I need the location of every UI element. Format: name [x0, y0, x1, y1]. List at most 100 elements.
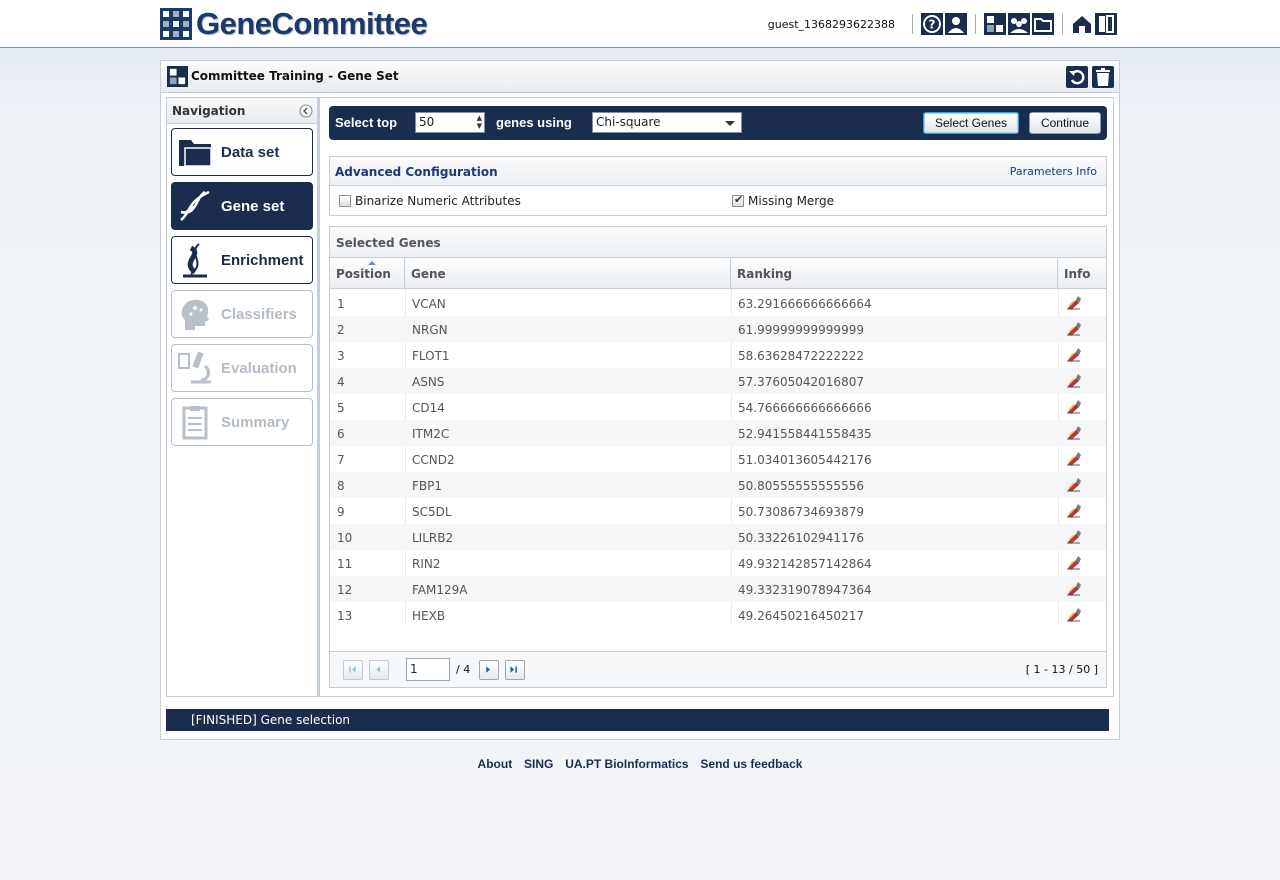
gene-position: 12 [337, 583, 353, 597]
nav-item-label: Gene set [221, 197, 285, 215]
gene-info-icon[interactable] [1066, 606, 1082, 622]
gene-name: CCND2 [412, 453, 455, 467]
gene-info-icon[interactable] [1066, 528, 1082, 544]
exit-door-icon[interactable] [1095, 13, 1117, 35]
gene-info-icon[interactable] [1066, 346, 1082, 362]
collapse-left-icon[interactable] [299, 104, 313, 118]
gene-info-icon[interactable] [1066, 294, 1082, 310]
gene-name: LILRB2 [412, 531, 454, 545]
spinner-arrows-icon[interactable]: ▲ ▼ [477, 114, 482, 130]
gene-position: 13 [337, 609, 353, 623]
table-body: 1 VCAN 63.291666666666664 2 NRGN 61.999999999… [330, 290, 1106, 628]
gene-ranking: 52.941558441558435 [738, 427, 872, 441]
user-icon[interactable] [945, 13, 967, 35]
table-row[interactable]: 6 ITM2C 52.941558441558435 [330, 420, 1106, 446]
method-value: Chi-square [596, 115, 661, 129]
nav-item-enrichment[interactable]: Enrichment [171, 236, 313, 284]
gene-info-icon[interactable] [1066, 320, 1082, 336]
column-header-ranking[interactable]: Ranking [731, 258, 1058, 289]
group-icon[interactable] [1008, 13, 1030, 35]
table-row[interactable]: 8 FBP1 50.80555555555556 [330, 472, 1106, 498]
gene-position: 10 [337, 531, 353, 545]
gene-info-icon[interactable] [1066, 450, 1082, 466]
nav-item-gene-set[interactable]: Gene set [171, 182, 313, 230]
gene-ranking: 63.291666666666664 [738, 297, 872, 311]
home-icon[interactable] [1071, 13, 1093, 35]
column-header-position[interactable]: Position [330, 258, 405, 289]
advanced-configuration-header: Advanced Configuration Parameters Info [330, 157, 1106, 186]
parameters-info-link[interactable]: Parameters Info [1010, 165, 1097, 178]
gene-ranking: 50.33226102941176 [738, 531, 864, 545]
table-row[interactable]: 13 HEXB 49.26450216450217 [330, 602, 1106, 628]
page-number-input[interactable]: 1 [406, 658, 450, 681]
pagination-bar: 1 / 4 [ 1 - 13 / 50 ] [330, 651, 1106, 687]
navigation-title: Navigation [172, 104, 246, 118]
method-select[interactable]: Chi-square [592, 112, 742, 133]
table-row[interactable]: 10 LILRB2 50.33226102941176 [330, 524, 1106, 550]
gene-info-icon[interactable] [1066, 554, 1082, 570]
gene-ranking: 50.73086734693879 [738, 505, 864, 519]
gene-info-icon[interactable] [1066, 502, 1082, 518]
table-row[interactable]: 11 RIN2 49.932142857142864 [330, 550, 1106, 576]
navigation-panel: Navigation Data set Gene set Enrichment [166, 97, 318, 697]
gene-position: 8 [337, 479, 345, 493]
help-icon[interactable]: ? [921, 13, 943, 35]
divider [975, 14, 976, 34]
trash-icon[interactable] [1092, 66, 1114, 88]
missing-merge-checkbox[interactable]: Missing Merge [732, 193, 834, 208]
next-page-icon[interactable] [479, 660, 499, 680]
column-label: Gene [411, 267, 446, 281]
table-row[interactable]: 3 FLOT1 58.63628472222222 [330, 342, 1106, 368]
table-row[interactable]: 5 CD14 54.766666666666666 [330, 394, 1106, 420]
table-row[interactable]: 2 NRGN 61.99999999999999 [330, 316, 1106, 342]
top-bar: GeneCommittee guest_1368293622388 ? [0, 0, 1280, 48]
table-row[interactable]: 12 FAM129A 49.332319078947364 [330, 576, 1106, 602]
column-header-gene[interactable]: Gene [405, 258, 731, 289]
gene-info-icon[interactable] [1066, 398, 1082, 414]
dna-icon [180, 190, 210, 221]
footer-link-about[interactable]: About [478, 757, 513, 771]
microscope-icon [178, 351, 211, 384]
nav-item-label: Data set [221, 143, 280, 161]
divider [912, 14, 913, 34]
select-genes-button[interactable]: Select Genes [923, 112, 1019, 134]
continue-button[interactable]: Continue [1029, 112, 1101, 134]
folder-icon[interactable] [1032, 13, 1054, 35]
last-page-icon[interactable] [505, 660, 525, 680]
nav-item-label: Summary [221, 413, 290, 431]
gene-info-icon[interactable] [1066, 476, 1082, 492]
binarize-label: Binarize Numeric Attributes [355, 194, 521, 208]
committee-icon[interactable] [984, 13, 1006, 35]
table-row[interactable]: 1 VCAN 63.291666666666664 [330, 290, 1106, 316]
gene-position: 5 [337, 401, 345, 415]
top-count-spinner[interactable]: 50 ▲ ▼ [415, 112, 485, 133]
divider [1062, 14, 1063, 34]
binarize-checkbox[interactable]: Binarize Numeric Attributes [339, 194, 521, 208]
checkbox-checked[interactable] [732, 193, 744, 207]
gene-position: 7 [337, 453, 345, 467]
footer-link-sing[interactable]: SING [524, 757, 553, 771]
footer-link-bioinformatics[interactable]: UA.PT BioInformatics [565, 757, 688, 771]
first-page-icon [343, 660, 363, 680]
gene-info-icon[interactable] [1066, 372, 1082, 388]
undo-icon[interactable] [1066, 66, 1088, 88]
table-row[interactable]: 9 SC5DL 50.73086734693879 [330, 498, 1106, 524]
gene-position: 3 [337, 349, 345, 363]
nav-item-data-set[interactable]: Data set [171, 128, 313, 176]
advanced-configuration: Advanced Configuration Parameters Info B… [329, 156, 1107, 216]
gene-ranking: 49.932142857142864 [738, 557, 872, 571]
table-row[interactable]: 7 CCND2 51.034013605442176 [330, 446, 1106, 472]
gene-info-icon[interactable] [1066, 424, 1082, 440]
content-area: Select top 50 ▲ ▼ genes using Chi-square … [318, 97, 1114, 697]
page-range: [ 1 - 13 / 50 ] [1025, 663, 1098, 676]
logo-text: GeneCommittee [196, 6, 428, 41]
gene-name: FLOT1 [412, 349, 450, 363]
gene-info-icon[interactable] [1066, 580, 1082, 596]
gene-name: RIN2 [412, 557, 441, 571]
footer-link-feedback[interactable]: Send us feedback [700, 757, 802, 771]
logo[interactable]: GeneCommittee [160, 6, 428, 41]
checkbox-unchecked[interactable] [339, 195, 351, 207]
column-header-info[interactable]: Info [1058, 258, 1106, 289]
table-row[interactable]: 4 ASNS 57.37605042016807 [330, 368, 1106, 394]
page-total: / 4 [456, 663, 471, 676]
